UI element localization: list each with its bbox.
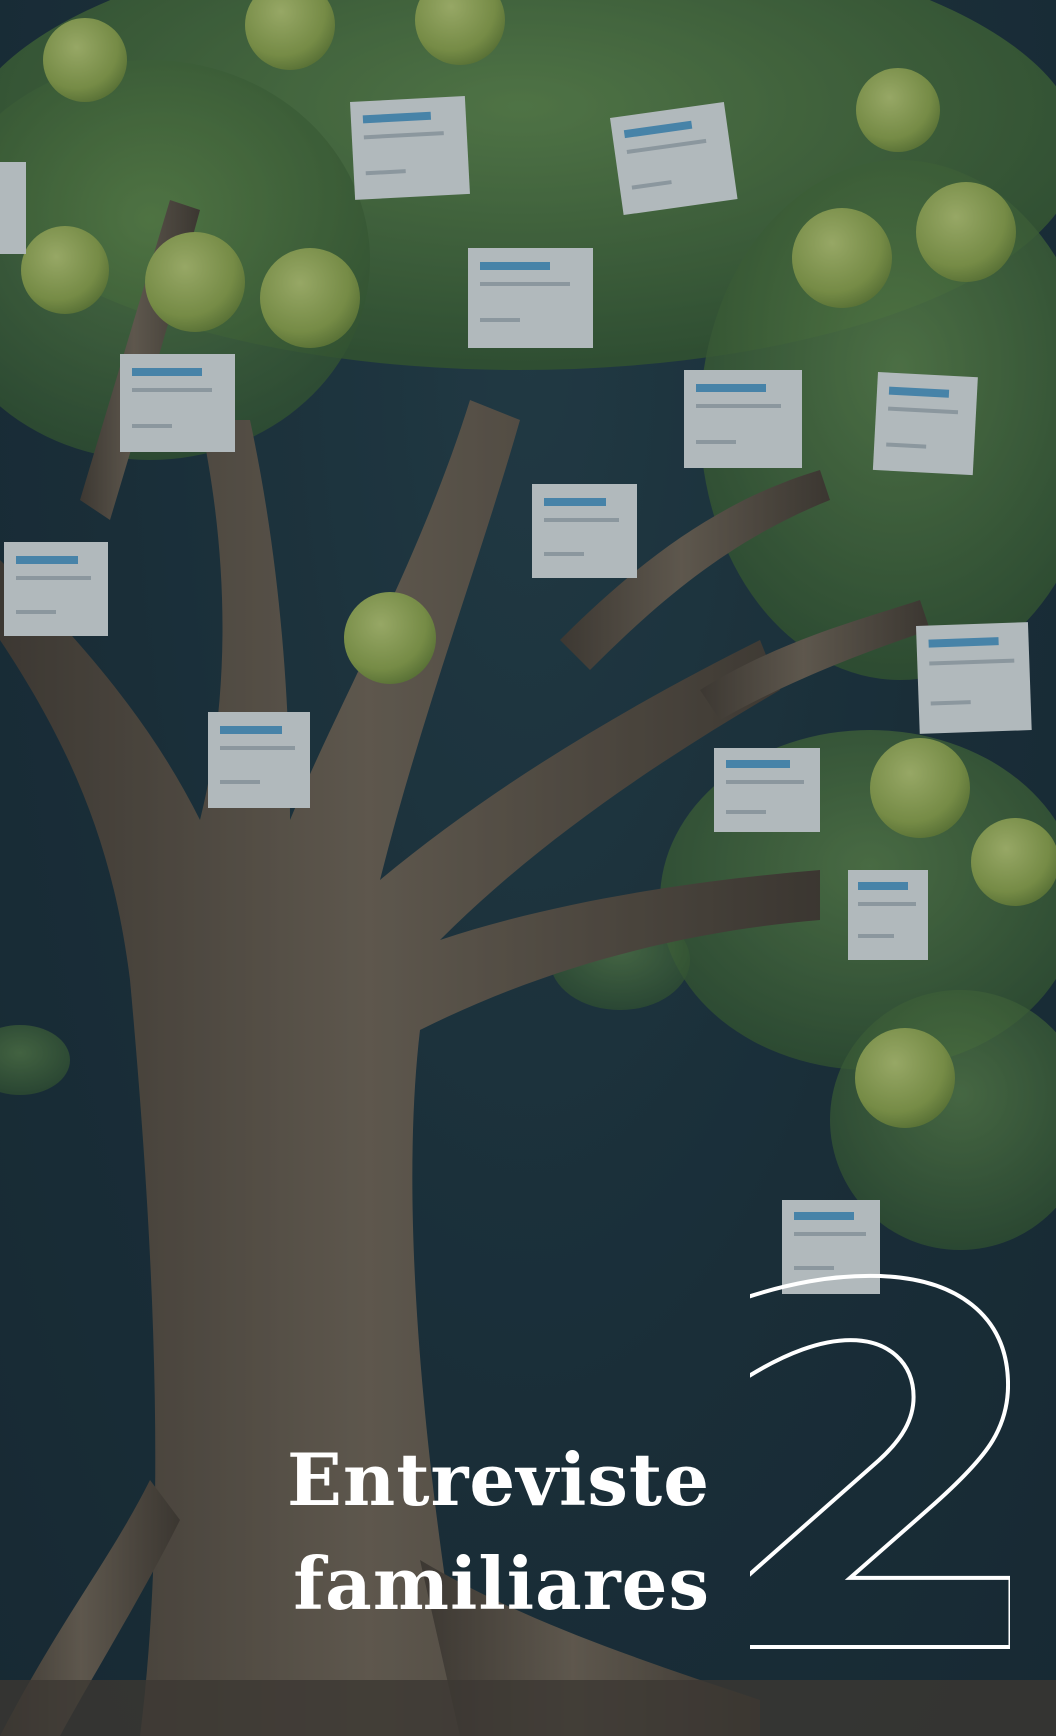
caption-line-1: Entreviste [286,1437,710,1522]
step-number: 2 [750,1255,1010,1675]
note-card [120,354,235,452]
ground [0,1680,1056,1736]
note-card [848,870,928,960]
note-card [4,542,108,636]
note-card [0,162,26,254]
note-card [350,95,470,200]
note-card [916,622,1032,734]
note-card [684,370,802,468]
note-card [872,372,978,476]
caption: Entreviste familiares [287,1428,710,1636]
note-card [532,484,637,578]
step-number-text: 2 [750,1255,1010,1675]
note-card [208,712,310,808]
note-card [610,101,738,216]
note-card [714,748,820,832]
note-card [468,248,593,348]
caption-line-2: familiares [293,1541,710,1626]
cover-card: Entreviste familiares 2 [0,0,1056,1736]
